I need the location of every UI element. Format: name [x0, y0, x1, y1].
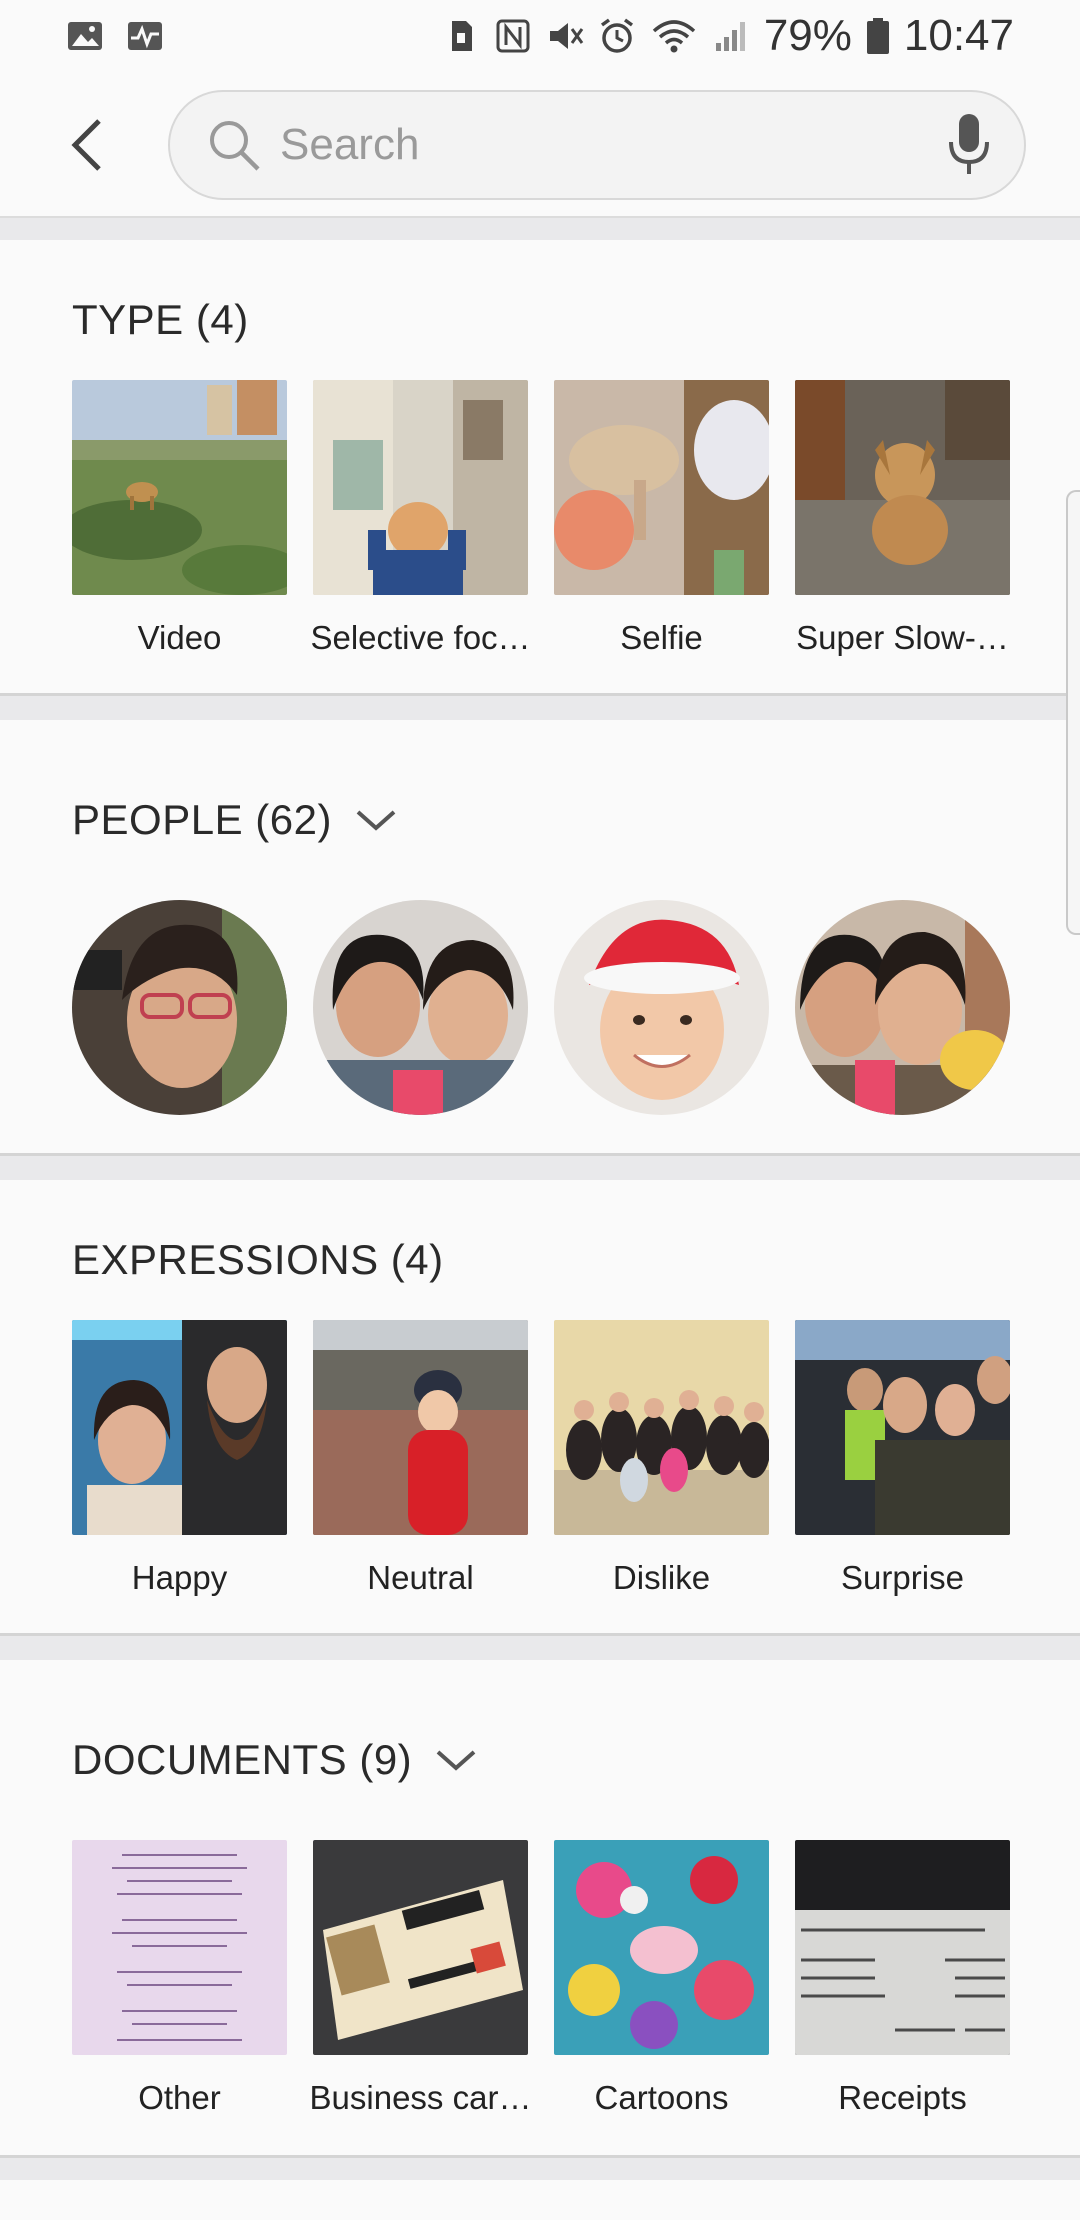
happy-thumbnail: [72, 1320, 287, 1535]
document-tile-other[interactable]: Other: [72, 1840, 287, 2117]
expressions-section: EXPRESSIONS (4) Happy Neutral Dislike Su…: [0, 1180, 1080, 1636]
gallery-icon: [68, 22, 102, 50]
clock: 10:47: [903, 11, 1014, 60]
type-tile-super-slow[interactable]: Super Slow-…: [795, 380, 1010, 657]
documents-section-title[interactable]: DOCUMENTS (9): [72, 1736, 476, 1784]
chevron-down-icon: [356, 810, 396, 831]
expression-label-happy: Happy: [131, 1559, 228, 1596]
document-tile-cartoons[interactable]: Cartoons: [554, 1840, 769, 2117]
nfc-icon: [496, 19, 530, 53]
type-section-title: TYPE (4): [72, 296, 249, 343]
back-button[interactable]: [56, 112, 116, 178]
expression-label-dislike: Dislike: [612, 1559, 711, 1596]
expression-tile-dislike[interactable]: Dislike: [554, 1320, 769, 1597]
status-bar: 79% 10:47: [0, 0, 1080, 72]
other-thumbnail: [72, 1840, 287, 2055]
type-section: TYPE (4) Video Selective foc… Selfie Sup…: [0, 240, 1080, 696]
selfie-thumbnail: [554, 380, 769, 595]
alarm-icon: [600, 18, 633, 53]
document-label-cartoons: Cartoons: [594, 2079, 729, 2116]
document-label-receipts: Receipts: [838, 2079, 967, 2116]
search-input[interactable]: [280, 120, 944, 170]
battery-icon: [866, 18, 889, 54]
scrollbar-handle[interactable]: [1066, 490, 1080, 935]
mute-icon: [549, 23, 584, 49]
video-thumbnail: [72, 380, 287, 595]
super-slow-thumbnail: [795, 380, 1010, 595]
documents-section: DOCUMENTS (9) Other Business car… Cartoo…: [0, 1660, 1080, 2158]
microphone-icon: [949, 114, 989, 174]
person-avatar[interactable]: [795, 900, 1010, 1115]
next-section-peek: [0, 2180, 1080, 2220]
type-label-selfie: Selfie: [620, 619, 703, 656]
surprise-thumbnail: [795, 1320, 1010, 1535]
expression-tile-surprise[interactable]: Surprise: [795, 1320, 1010, 1597]
expression-tile-neutral[interactable]: Neutral: [313, 1320, 528, 1597]
expression-label-neutral: Neutral: [367, 1559, 474, 1596]
app-bar: [0, 72, 1080, 218]
chevron-down-icon: [436, 1750, 476, 1771]
type-tile-video[interactable]: Video: [72, 380, 287, 657]
person-avatar[interactable]: [313, 900, 528, 1115]
activity-icon: [128, 22, 162, 50]
voice-search-button[interactable]: [944, 110, 994, 180]
cartoons-thumbnail: [554, 1840, 769, 2055]
type-tile-selective-focus[interactable]: Selective foc…: [310, 380, 531, 657]
person-avatar[interactable]: [554, 900, 769, 1115]
document-label-other: Other: [138, 2079, 221, 2116]
document-tile-business-cards[interactable]: Business car…: [310, 1840, 531, 2117]
dislike-thumbnail: [554, 1320, 769, 1535]
people-section: PEOPLE (62): [0, 720, 1080, 1156]
people-section-title[interactable]: PEOPLE (62): [72, 796, 396, 844]
search-icon: [210, 121, 260, 171]
type-label-selective-focus: Selective foc…: [310, 619, 531, 656]
selective-focus-thumbnail: [313, 380, 528, 595]
expressions-section-title: EXPRESSIONS (4): [72, 1236, 444, 1283]
type-label-video: Video: [137, 619, 222, 656]
person-avatar[interactable]: [72, 900, 287, 1115]
search-bar[interactable]: [168, 90, 1026, 200]
document-label-business-cards: Business car…: [309, 2079, 532, 2116]
expression-tile-happy[interactable]: Happy: [72, 1320, 287, 1597]
battery-percent: 79%: [763, 11, 852, 60]
type-tile-selfie[interactable]: Selfie: [554, 380, 769, 657]
back-arrow-icon: [71, 119, 101, 171]
document-tile-receipts[interactable]: Receipts: [795, 1840, 1010, 2117]
expression-label-surprise: Surprise: [841, 1559, 964, 1596]
sim-icon: [451, 21, 472, 51]
business-cards-thumbnail: [313, 1840, 528, 2055]
wifi-icon: [652, 20, 695, 53]
signal-icon: [715, 22, 745, 51]
receipts-thumbnail: [795, 1840, 1010, 2055]
neutral-thumbnail: [313, 1320, 528, 1535]
type-label-super-slow: Super Slow-…: [796, 619, 1009, 656]
